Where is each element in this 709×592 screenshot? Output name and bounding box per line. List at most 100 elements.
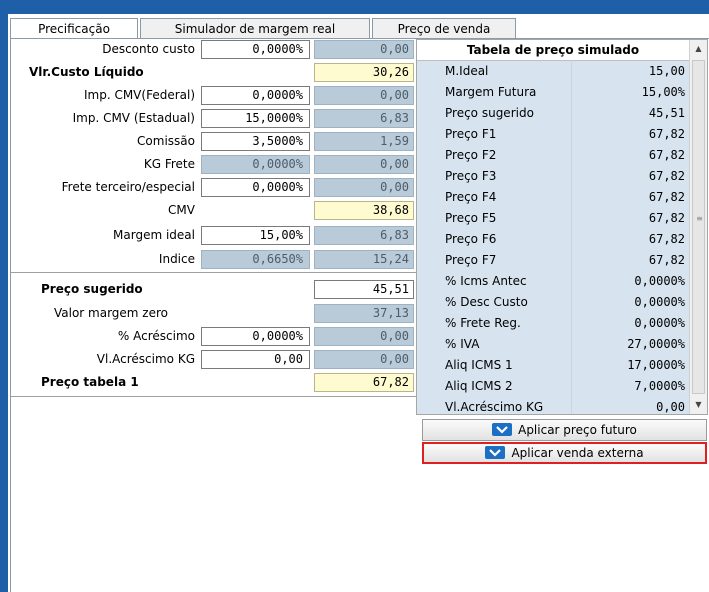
cmv-value: 38,68	[314, 201, 414, 220]
row-name: Vl.Acréscimo KG	[445, 400, 544, 414]
table-row[interactable]: Aliq ICMS 2 7,0000%	[417, 376, 689, 397]
imp-cmv-federal-input[interactable]: 0,0000%	[201, 86, 310, 105]
row-value: 45,51	[648, 106, 685, 120]
chevron-down-icon	[485, 446, 506, 459]
row-value: 27,0000%	[627, 337, 685, 351]
tab-preco-de-venda[interactable]: Preço de venda	[372, 18, 516, 38]
table-row[interactable]: Vl.Acréscimo KG 0,00	[417, 397, 689, 414]
row-value: 67,82	[648, 211, 685, 225]
row-name: M.Ideal	[445, 64, 489, 78]
indice-value: 15,24	[314, 250, 414, 269]
row-name: Aliq ICMS 2	[445, 379, 513, 393]
table-row[interactable]: Preço F4 67,82	[417, 187, 689, 208]
grip-icon: ≡	[696, 214, 703, 223]
row-value: 67,82	[648, 232, 685, 246]
preco-tabela-1-value: 67,82	[314, 373, 414, 392]
imp-cmv-estadual-value: 6,83	[314, 109, 414, 128]
table-row[interactable]: Preço F7 67,82	[417, 250, 689, 271]
table-row[interactable]: Preço sugerido 45,51	[417, 103, 689, 124]
row-margem-ideal: Margem ideal 15,00% 6,83	[11, 225, 416, 246]
frete-terceiro-input[interactable]: 0,0000%	[201, 178, 310, 197]
table-row[interactable]: Preço F3 67,82	[417, 166, 689, 187]
table-row[interactable]: % Icms Antec 0,0000%	[417, 271, 689, 292]
table-row[interactable]: Preço F1 67,82	[417, 124, 689, 145]
scroll-up-icon[interactable]: ▲	[690, 40, 707, 57]
margem-ideal-value: 6,83	[314, 226, 414, 245]
scrollbar-thumb[interactable]: ≡	[692, 60, 705, 394]
row-value: 15,00	[648, 64, 685, 78]
window-frame-left	[0, 0, 8, 592]
row-value: 67,82	[648, 148, 685, 162]
row-preco-sugerido: Preço sugerido 45,51	[11, 279, 416, 300]
vl-acrescimo-kg-input[interactable]: 0,00	[201, 350, 310, 369]
vlr-custo-liquido-value: 30,26	[314, 63, 414, 82]
desconto-custo-input[interactable]: 0,0000%	[201, 40, 310, 59]
table-row[interactable]: % Desc Custo 0,0000%	[417, 292, 689, 313]
pricing-form: Desconto custo 0,0000% 0,00 Vlr.Custo Lí…	[10, 39, 416, 592]
pct-acrescimo-input[interactable]: 0,0000%	[201, 327, 310, 346]
preco-sugerido-value: 45,51	[314, 280, 414, 299]
aplicar-venda-externa-button[interactable]: Aplicar venda externa	[422, 442, 707, 464]
comissao-label: Comissão	[137, 134, 195, 148]
row-indice: Indice 0,6650% 15,24	[11, 249, 416, 270]
simulated-price-table: Tabela de preço simulado M.Ideal 15,00 Mar…	[416, 39, 708, 415]
row-pct-acrescimo: % Acréscimo 0,0000% 0,00	[11, 326, 416, 347]
margem-ideal-label: Margem ideal	[113, 228, 195, 242]
row-name: Preço F6	[445, 232, 497, 246]
row-value: 67,82	[648, 253, 685, 267]
table-row[interactable]: Preço F5 67,82	[417, 208, 689, 229]
tab-strip: Precificação Simulador de margem real Pr…	[10, 18, 709, 39]
imp-cmv-federal-value: 0,00	[314, 86, 414, 105]
kg-frete-value: 0,00	[314, 155, 414, 174]
tab-precificacao[interactable]: Precificação	[10, 18, 138, 39]
section-divider	[11, 272, 416, 273]
row-name: % Icms Antec	[445, 274, 527, 288]
row-frete-terceiro: Frete terceiro/especial 0,0000% 0,00	[11, 177, 416, 198]
row-value: 0,00	[656, 400, 685, 414]
imp-cmv-federal-label: Imp. CMV(Federal)	[83, 88, 195, 102]
pct-acrescimo-label: % Acréscimo	[117, 329, 195, 343]
vl-acrescimo-kg-value: 0,00	[314, 350, 414, 369]
row-name: Preço F3	[445, 169, 497, 183]
row-imp-cmv-estadual: Imp. CMV (Estadual) 15,0000% 6,83	[11, 108, 416, 129]
aplicar-preco-futuro-button[interactable]: Aplicar preço futuro	[422, 419, 707, 441]
kg-frete-input: 0,0000%	[201, 155, 310, 174]
row-value: 7,0000%	[634, 379, 685, 393]
aplicar-venda-externa-label: Aplicar venda externa	[511, 446, 644, 460]
vl-acrescimo-kg-label: Vl.Acréscimo KG	[96, 352, 195, 366]
row-imp-cmv-federal: Imp. CMV(Federal) 0,0000% 0,00	[11, 85, 416, 106]
comissao-input[interactable]: 3,5000%	[201, 132, 310, 151]
frete-terceiro-label: Frete terceiro/especial	[61, 180, 195, 194]
desconto-custo-label: Desconto custo	[102, 42, 195, 56]
table-row[interactable]: % Frete Reg. 0,0000%	[417, 313, 689, 334]
tab-simulador-margem-real[interactable]: Simulador de margem real	[140, 18, 370, 38]
row-cmv: CMV 38,68	[11, 200, 416, 221]
vertical-scrollbar[interactable]: ▲ ≡ ▼	[689, 40, 707, 414]
scroll-down-icon[interactable]: ▼	[690, 396, 707, 413]
table-row[interactable]: Preço F2 67,82	[417, 145, 689, 166]
table-row[interactable]: % IVA 27,0000%	[417, 334, 689, 355]
cmv-label: CMV	[168, 203, 195, 217]
imp-cmv-estadual-input[interactable]: 15,0000%	[201, 109, 310, 128]
chevron-down-icon	[492, 423, 513, 436]
table-row[interactable]: Margem Futura 15,00%	[417, 82, 689, 103]
row-value: 67,82	[648, 127, 685, 141]
row-kg-frete: KG Frete 0,0000% 0,00	[11, 154, 416, 175]
row-value: 0,0000%	[634, 295, 685, 309]
desconto-custo-value: 0,00	[314, 40, 414, 59]
margem-ideal-input[interactable]: 15,00%	[201, 226, 310, 245]
table-row[interactable]: Aliq ICMS 1 17,0000%	[417, 355, 689, 376]
table-title: Tabela de preço simulado	[417, 40, 689, 61]
table-row[interactable]: M.Ideal 15,00	[417, 61, 689, 82]
table-row[interactable]: Preço F6 67,82	[417, 229, 689, 250]
row-name: Preço F4	[445, 190, 497, 204]
preco-tabela-1-label: Preço tabela 1	[41, 375, 139, 389]
row-desconto-custo: Desconto custo 0,0000% 0,00	[11, 39, 416, 60]
comissao-value: 1,59	[314, 132, 414, 151]
row-name: Preço sugerido	[445, 106, 534, 120]
indice-input: 0,6650%	[201, 250, 310, 269]
row-name: % Desc Custo	[445, 295, 528, 309]
preco-sugerido-label: Preço sugerido	[41, 282, 143, 296]
valor-margem-zero-value: 37,13	[314, 304, 414, 323]
row-name: Margem Futura	[445, 85, 537, 99]
